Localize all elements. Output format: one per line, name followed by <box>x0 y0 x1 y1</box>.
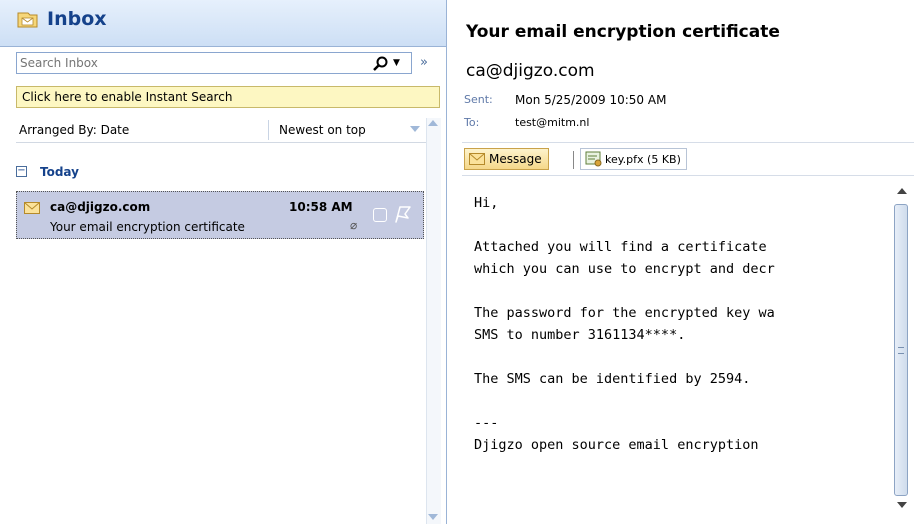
enable-instant-search-bar[interactable]: Click here to enable Instant Search <box>16 86 440 108</box>
reading-pane-scrollbar[interactable] <box>892 182 912 524</box>
group-header-today[interactable]: − Today <box>16 165 416 185</box>
certificate-file-icon <box>585 151 602 167</box>
message-body: Hi, Attached you will find a certificate… <box>474 195 775 453</box>
attachment-divider <box>573 151 574 169</box>
column-divider <box>268 120 269 140</box>
sort-order-button[interactable]: Newest on top <box>279 123 366 137</box>
scrollbar-thumb[interactable] <box>894 204 908 496</box>
search-options-chevron-icon[interactable]: ▼ <box>393 58 400 68</box>
search-input[interactable] <box>20 55 340 71</box>
attachment-label: key.pfx (5 KB) <box>605 152 681 166</box>
follow-up-flag-icon[interactable] <box>393 204 413 224</box>
search-icon[interactable] <box>372 56 390 72</box>
reading-sender[interactable]: ca@djigzo.com <box>466 61 595 81</box>
message-time: 10:58 AM <box>289 200 353 214</box>
attachment-bar: Message key.pfx (5 KB) <box>462 142 914 176</box>
scroll-up-icon[interactable] <box>428 120 438 126</box>
envelope-icon <box>469 153 485 165</box>
folder-header: Inbox <box>0 0 446 47</box>
expand-query-builder-icon[interactable]: » <box>420 55 428 70</box>
message-sender: ca@djigzo.com <box>50 200 151 214</box>
message-subject: Your email encryption certificate <box>50 220 245 234</box>
reading-subject: Your email encryption certificate <box>466 22 780 42</box>
message-list-scrollbar[interactable] <box>426 118 441 524</box>
sort-arrow-icon[interactable] <box>410 126 420 132</box>
sent-value: Mon 5/25/2009 10:50 AM <box>515 93 667 107</box>
message-list-item[interactable]: ca@djigzo.com 10:58 AM Your email encryp… <box>16 191 424 239</box>
reading-pane: Your email encryption certificate ca@dji… <box>454 0 914 524</box>
attachment-paperclip-icon: ⌀ <box>350 218 358 232</box>
message-tab[interactable]: Message <box>464 148 549 170</box>
arrange-bar: Arranged By: Date Newest on top <box>16 118 426 143</box>
scroll-down-icon[interactable] <box>897 502 907 508</box>
inbox-folder-icon <box>17 12 38 28</box>
category-box-icon[interactable] <box>373 208 387 222</box>
collapse-group-icon[interactable]: − <box>16 166 27 177</box>
group-label: Today <box>40 165 79 179</box>
unread-envelope-icon <box>24 202 40 214</box>
to-recipient[interactable]: test@mitm.nl <box>515 116 589 129</box>
scrollbar-grip-icon <box>898 347 904 354</box>
message-tab-label: Message <box>489 152 542 166</box>
folder-title: Inbox <box>47 8 107 30</box>
scroll-down-icon[interactable] <box>428 514 438 520</box>
to-label: To: <box>464 116 480 129</box>
arranged-by-button[interactable]: Arranged By: Date <box>19 123 129 137</box>
attachment-file[interactable]: key.pfx (5 KB) <box>580 148 687 170</box>
search-box[interactable]: ▼ <box>16 52 412 74</box>
sent-label: Sent: <box>464 93 493 106</box>
scroll-up-icon[interactable] <box>897 188 907 194</box>
folder-pane: Inbox ▼ » Click here to enable Instant S… <box>0 0 447 524</box>
